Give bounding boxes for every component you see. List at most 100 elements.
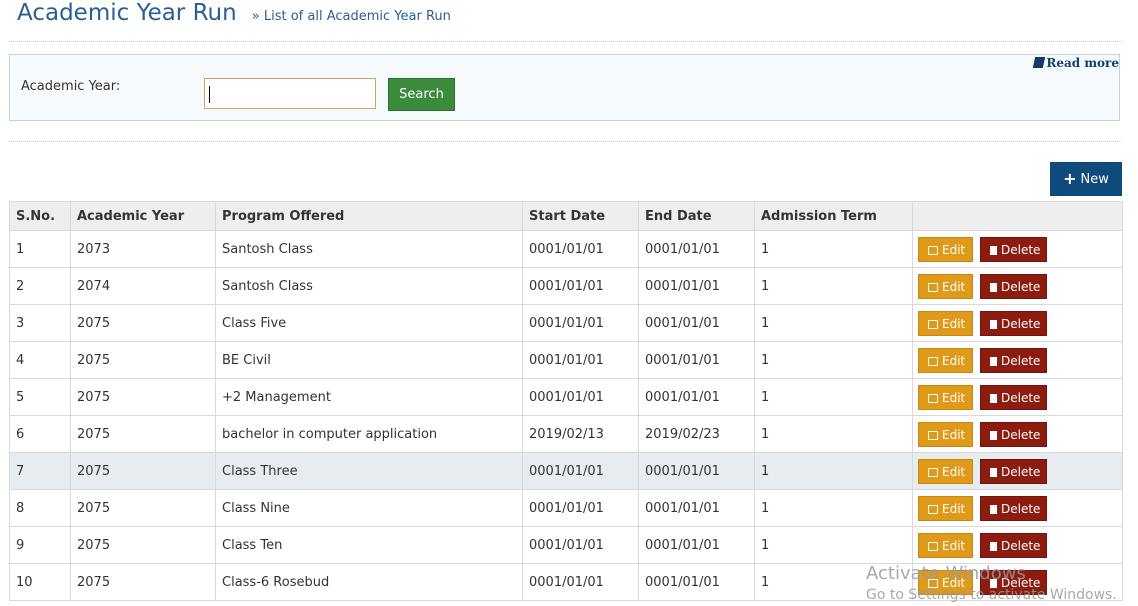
col-header-program-offered[interactable]: Program Offered <box>215 201 523 231</box>
col-header-actions <box>912 201 1123 231</box>
search-button[interactable]: Search <box>388 78 455 111</box>
cell-academic-year: 2075 <box>70 378 216 416</box>
cell-academic-year: 2075 <box>70 415 216 453</box>
cell-end-date: 0001/01/01 <box>638 378 755 416</box>
cell-sno: 9 <box>9 526 71 564</box>
edit-icon <box>928 393 938 403</box>
col-header-admission-term[interactable]: Admission Term <box>754 201 913 231</box>
table-row[interactable]: 4 2075 BE Civil 0001/01/01 0001/01/01 1 Edit De… <box>9 341 1123 379</box>
cell-start-date: 0001/01/01 <box>522 267 639 305</box>
table-header-row: S.No. Academic Year Program Offered Star… <box>9 201 1123 231</box>
delete-button[interactable]: Delete <box>980 236 1047 262</box>
cell-sno: 1 <box>9 230 71 268</box>
cell-sno: 8 <box>9 489 71 527</box>
cell-actions: Edit Delete <box>912 489 1123 527</box>
delete-button-label: Delete <box>1001 316 1041 331</box>
cell-actions: Edit Delete <box>912 341 1123 379</box>
plus-icon: + <box>1063 169 1077 188</box>
table-row[interactable]: 3 2075 Class Five 0001/01/01 0001/01/01 1 Edit… <box>9 304 1123 342</box>
divider <box>9 141 1122 142</box>
cell-academic-year: 2074 <box>70 267 216 305</box>
cell-academic-year: 2073 <box>70 230 216 268</box>
trash-icon <box>990 467 997 477</box>
cell-program-offered: +2 Management <box>215 378 523 416</box>
edit-button[interactable]: Edit <box>918 236 973 262</box>
trash-icon <box>990 504 997 514</box>
table-row[interactable]: 9 2075 Class Ten 0001/01/01 0001/01/01 1 Edit D… <box>9 526 1123 564</box>
col-header-end-date[interactable]: End Date <box>638 201 755 231</box>
edit-button-label: Edit <box>942 464 966 479</box>
edit-icon <box>928 356 938 366</box>
cell-program-offered: bachelor in computer application <box>215 415 523 453</box>
delete-button[interactable]: Delete <box>980 532 1047 558</box>
cell-start-date: 2019/02/13 <box>522 415 639 453</box>
academic-year-table: S.No. Academic Year Program Offered Star… <box>9 201 1123 601</box>
new-button-label: New <box>1080 172 1109 187</box>
academic-year-input[interactable] <box>204 78 376 109</box>
delete-button[interactable]: Delete <box>980 273 1047 299</box>
search-panel: Read more Academic Year: Search <box>9 54 1120 121</box>
read-more-link[interactable]: Read more <box>1033 56 1119 70</box>
cell-end-date: 0001/01/01 <box>638 563 755 601</box>
edit-icon <box>928 504 938 514</box>
edit-button[interactable]: Edit <box>918 495 973 521</box>
delete-button[interactable]: Delete <box>980 310 1047 336</box>
edit-icon <box>928 319 938 329</box>
delete-button[interactable]: Delete <box>980 384 1047 410</box>
edit-button[interactable]: Edit <box>918 421 973 447</box>
table-row[interactable]: 6 2075 bachelor in computer application 201… <box>9 415 1123 453</box>
delete-button-label: Delete <box>1001 242 1041 257</box>
trash-icon <box>990 245 997 255</box>
col-header-start-date[interactable]: Start Date <box>522 201 639 231</box>
cell-program-offered: Class-6 Rosebud <box>215 563 523 601</box>
edit-button[interactable]: Edit <box>918 347 973 373</box>
cell-actions: Edit Delete <box>912 526 1123 564</box>
cell-admission-term: 1 <box>754 267 913 305</box>
delete-button-label: Delete <box>1001 390 1041 405</box>
edit-button[interactable]: Edit <box>918 532 973 558</box>
table-row[interactable]: 2 2074 Santosh Class 0001/01/01 0001/01/01 1 E… <box>9 267 1123 305</box>
trash-icon <box>990 578 997 588</box>
col-header-sno[interactable]: S.No. <box>9 201 71 231</box>
edit-button-label: Edit <box>942 279 966 294</box>
cell-academic-year: 2075 <box>70 452 216 490</box>
edit-button[interactable]: Edit <box>918 273 973 299</box>
cell-program-offered: Class Five <box>215 304 523 342</box>
edit-button-label: Edit <box>942 501 966 516</box>
cell-academic-year: 2075 <box>70 341 216 379</box>
cell-admission-term: 1 <box>754 489 913 527</box>
cell-actions: Edit Delete <box>912 267 1123 305</box>
cell-start-date: 0001/01/01 <box>522 452 639 490</box>
edit-button[interactable]: Edit <box>918 384 973 410</box>
cell-actions: Edit Delete <box>912 304 1123 342</box>
delete-button-label: Delete <box>1001 501 1041 516</box>
table-row[interactable]: 1 2073 Santosh Class 0001/01/01 0001/01/01 1 E… <box>9 230 1123 268</box>
table-row[interactable]: 5 2075 +2 Management 0001/01/01 0001/01/01 1 E… <box>9 378 1123 416</box>
delete-button[interactable]: Delete <box>980 495 1047 521</box>
table-row[interactable]: 10 2075 Class-6 Rosebud 0001/01/01 0001/01/0… <box>9 563 1123 601</box>
cell-academic-year: 2075 <box>70 304 216 342</box>
edit-button[interactable]: Edit <box>918 310 973 336</box>
trash-icon <box>990 430 997 440</box>
cell-sno: 7 <box>9 452 71 490</box>
edit-icon <box>928 245 938 255</box>
cell-actions: Edit Delete <box>912 563 1123 601</box>
cell-start-date: 0001/01/01 <box>522 526 639 564</box>
col-header-academic-year[interactable]: Academic Year <box>70 201 216 231</box>
trash-icon <box>990 541 997 551</box>
edit-button-label: Edit <box>942 353 966 368</box>
cell-program-offered: Santosh Class <box>215 230 523 268</box>
edit-button[interactable]: Edit <box>918 458 973 484</box>
edit-button[interactable]: Edit <box>918 569 973 595</box>
table-row[interactable]: 7 2075 Class Three 0001/01/01 0001/01/01 1 Edi… <box>9 452 1123 490</box>
cell-admission-term: 1 <box>754 230 913 268</box>
delete-button[interactable]: Delete <box>980 347 1047 373</box>
delete-button[interactable]: Delete <box>980 421 1047 447</box>
delete-button[interactable]: Delete <box>980 569 1047 595</box>
trash-icon <box>990 282 997 292</box>
new-button[interactable]: + New <box>1050 162 1122 196</box>
divider <box>9 41 1122 42</box>
cell-admission-term: 1 <box>754 341 913 379</box>
delete-button[interactable]: Delete <box>980 458 1047 484</box>
table-row[interactable]: 8 2075 Class Nine 0001/01/01 0001/01/01 1 Edit… <box>9 489 1123 527</box>
